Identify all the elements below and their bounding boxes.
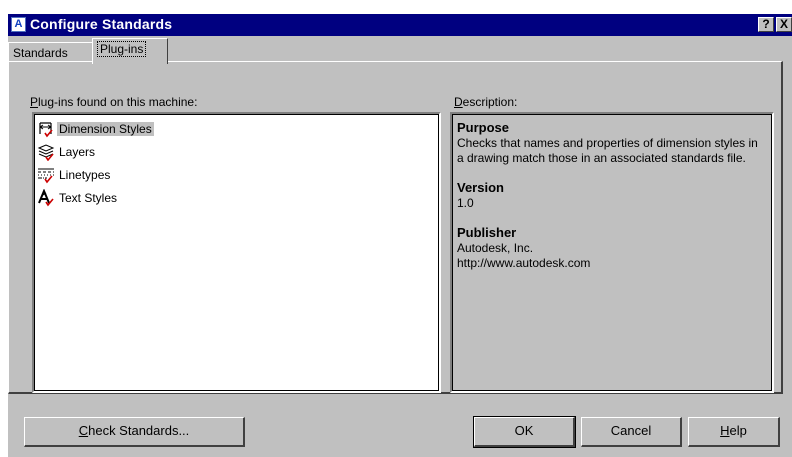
version-heading: Version (457, 180, 504, 195)
description-panel: Purpose Checks that names and properties… (450, 112, 774, 393)
publisher-heading: Publisher (457, 225, 517, 240)
list-item-label: Linetypes (59, 168, 111, 182)
publisher-url: http://www.autodesk.com (457, 256, 591, 270)
list-item-label: Dimension Styles (57, 122, 154, 136)
ok-button[interactable]: OK (473, 416, 576, 448)
tab-standards-label: Standards (13, 46, 68, 60)
layers-icon (37, 144, 55, 161)
cancel-button[interactable]: Cancel (581, 417, 682, 447)
app-icon: A (11, 17, 26, 32)
version-text: 1.0 (457, 196, 474, 210)
text-styles-icon (38, 189, 54, 207)
plugins-label-text: lug-ins found on this machine: (38, 95, 198, 109)
help-hotkey: H (720, 423, 730, 438)
check-standards-button[interactable]: Check Standards... (24, 417, 245, 447)
plugins-list-label: Plug-ins found on this machine: (30, 95, 197, 109)
check-label: heck Standards... (88, 423, 190, 438)
description-label-hotkey: D (454, 95, 463, 109)
plugins-label-hotkey: P (30, 95, 39, 109)
window-title: Configure Standards (30, 16, 173, 32)
purpose-heading: Purpose (457, 120, 510, 135)
tab-plug-ins[interactable]: Plug-ins (92, 38, 168, 64)
description-label: Description: (454, 95, 517, 109)
title-bar[interactable]: A Configure Standards ? X (8, 14, 792, 36)
list-item-label: Text Styles (59, 191, 118, 205)
publisher-name: Autodesk, Inc. (457, 241, 534, 255)
purpose-text: Checks that names and properties of dime… (457, 136, 758, 165)
help-button[interactable]: Help (688, 417, 780, 447)
context-help-button[interactable]: ? (758, 17, 774, 32)
tab-standards[interactable]: Standards (8, 42, 93, 62)
check-hotkey: C (78, 423, 89, 438)
description-label-text: escription: (462, 95, 518, 109)
help-label: elp (729, 423, 747, 438)
close-button[interactable]: X (776, 17, 792, 32)
tab-plug-ins-label: Plug-ins (97, 41, 147, 57)
list-item-label: Layers (59, 145, 96, 159)
plugins-listbox[interactable]: Dimension Styles Layers Linetypes Text S… (32, 112, 441, 393)
dimension-styles-icon (39, 122, 53, 138)
linetypes-icon (38, 168, 54, 184)
